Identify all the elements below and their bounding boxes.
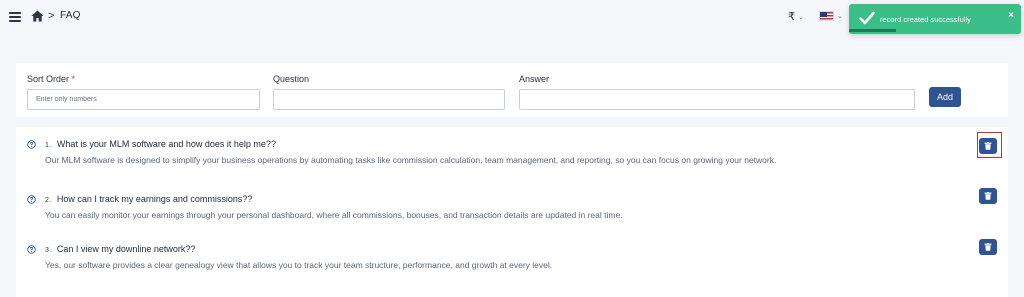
check-icon bbox=[859, 11, 875, 25]
selection-highlight bbox=[977, 132, 1002, 158]
trash-icon bbox=[984, 192, 992, 200]
toast-message: record created successfully bbox=[880, 15, 971, 24]
answer-input[interactable] bbox=[519, 89, 915, 110]
success-toast: record created successfully × bbox=[849, 4, 1021, 34]
answer-field: Answer bbox=[519, 74, 915, 110]
question-circle-icon bbox=[27, 140, 36, 149]
page-title: FAQ bbox=[60, 10, 81, 21]
faq-list: 1. What is your MLM software and how does… bbox=[16, 127, 1008, 297]
faq-answer: You can easily monitor your earnings thr… bbox=[45, 210, 623, 220]
faq-answer: Our MLM software is designed to simplify… bbox=[45, 155, 777, 165]
question-field: Question bbox=[273, 74, 505, 110]
faq-item: 1. What is your MLM software and how does… bbox=[16, 127, 1008, 177]
sort-order-field: Sort Order * bbox=[27, 74, 260, 110]
faq-question: 1. What is your MLM software and how does… bbox=[45, 139, 276, 149]
toast-close-button[interactable]: × bbox=[1008, 10, 1014, 21]
faq-item: 3. Can I view my downline network?? Yes, … bbox=[16, 232, 1008, 282]
delete-button[interactable] bbox=[979, 239, 997, 255]
menu-icon[interactable] bbox=[9, 12, 21, 22]
sort-order-label: Sort Order * bbox=[27, 74, 76, 84]
faq-form: Sort Order * Question Answer Add bbox=[16, 63, 1008, 117]
faq-question: 2. How can I track my earnings and commis… bbox=[45, 194, 253, 204]
sort-order-input[interactable] bbox=[27, 89, 260, 110]
toast-progress-bar bbox=[849, 29, 896, 32]
question-circle-icon bbox=[27, 195, 36, 204]
question-label: Question bbox=[273, 74, 310, 84]
currency-symbol: ₹ bbox=[788, 11, 795, 23]
answer-label: Answer bbox=[519, 74, 550, 84]
required-mark: * bbox=[71, 74, 76, 84]
trash-icon bbox=[984, 243, 992, 251]
add-button[interactable]: Add bbox=[929, 87, 961, 107]
faq-number: 2. bbox=[45, 197, 53, 204]
delete-button[interactable] bbox=[979, 188, 997, 204]
question-circle-icon bbox=[27, 245, 36, 254]
breadcrumb-separator: > bbox=[48, 10, 55, 22]
faq-item: 2. How can I track my earnings and commis… bbox=[16, 182, 1008, 232]
home-icon[interactable] bbox=[31, 10, 44, 22]
faq-answer: Yes, our software provides a clear genea… bbox=[45, 260, 553, 270]
question-input[interactable] bbox=[273, 89, 505, 110]
currency-selector[interactable]: ₹ ⌄ bbox=[788, 10, 804, 23]
chevron-down-icon: ⌄ bbox=[798, 13, 804, 21]
language-selector[interactable]: ⌄ bbox=[819, 11, 843, 21]
us-flag-icon bbox=[819, 11, 834, 21]
faq-number: 1. bbox=[45, 142, 53, 149]
chevron-down-icon: ⌄ bbox=[837, 13, 843, 20]
faq-question: 3. Can I view my downline network?? bbox=[45, 244, 196, 254]
faq-number: 3. bbox=[45, 247, 53, 254]
